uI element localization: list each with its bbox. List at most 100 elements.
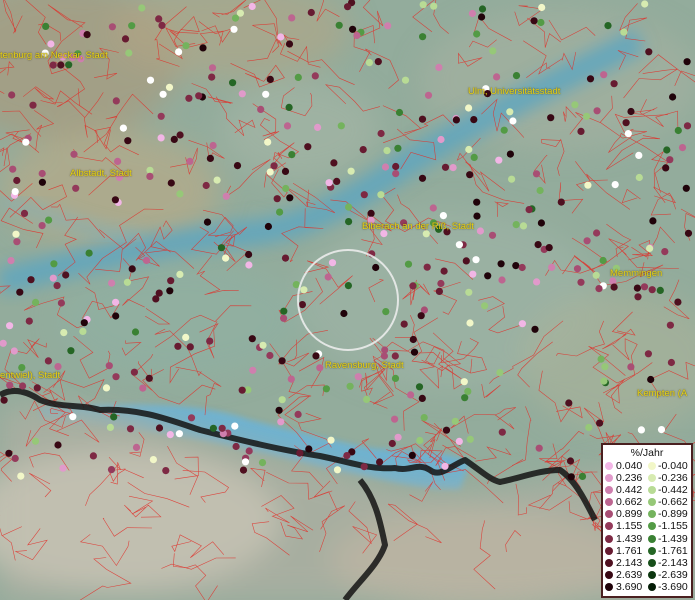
- relief-map[interactable]: [0, 0, 695, 600]
- station-marker: [374, 58, 382, 66]
- station-marker: [195, 92, 203, 100]
- station-marker: [640, 283, 649, 291]
- station-marker: [333, 177, 341, 185]
- station-marker: [377, 191, 385, 199]
- station-marker: [641, 0, 649, 8]
- station-marker: [80, 319, 88, 327]
- station-marker: [145, 374, 153, 382]
- station-marker: [281, 254, 290, 262]
- station-marker: [72, 184, 80, 192]
- station-marker: [437, 279, 445, 288]
- legend-value-positive: 0.662: [616, 496, 643, 509]
- station-marker: [202, 181, 210, 190]
- legend-value-positive: 0.236: [616, 472, 643, 485]
- station-marker: [611, 181, 619, 189]
- station-marker: [275, 406, 283, 414]
- legend-swatch-positive: [605, 570, 613, 579]
- station-marker: [586, 75, 595, 83]
- station-marker: [394, 144, 402, 152]
- legend-value-negative: -1.439: [658, 532, 688, 545]
- station-marker: [583, 112, 591, 120]
- legend-swatch-positive: [605, 462, 613, 470]
- station-marker: [536, 186, 544, 195]
- station-marker: [248, 335, 256, 343]
- station-marker: [245, 261, 253, 269]
- station-marker: [105, 362, 113, 370]
- station-marker: [461, 394, 469, 402]
- station-marker: [59, 464, 67, 472]
- station-marker: [481, 302, 489, 310]
- station-marker: [345, 218, 353, 226]
- station-marker: [395, 108, 404, 117]
- station-marker: [383, 147, 391, 155]
- station-marker: [175, 430, 183, 438]
- station-marker: [187, 414, 196, 422]
- station-marker: [683, 122, 692, 130]
- station-marker: [644, 350, 653, 358]
- station-marker: [264, 138, 272, 146]
- station-marker: [437, 135, 445, 144]
- station-marker: [54, 441, 62, 449]
- station-marker: [44, 357, 53, 365]
- station-marker: [435, 63, 443, 71]
- station-marker: [286, 194, 294, 202]
- station-marker: [440, 267, 448, 275]
- station-marker: [637, 426, 646, 434]
- city-label-memmingen: Memmingen: [610, 268, 663, 279]
- station-marker: [230, 25, 238, 33]
- station-marker: [666, 321, 675, 329]
- station-marker: [333, 466, 342, 474]
- station-marker: [669, 93, 677, 101]
- station-marker: [418, 394, 426, 402]
- station-marker: [166, 431, 174, 439]
- legend-swatch-positive: [605, 510, 613, 519]
- station-marker: [206, 337, 214, 345]
- station-marker: [376, 458, 384, 466]
- station-marker: [409, 282, 417, 290]
- station-marker: [622, 119, 630, 127]
- station-marker: [38, 169, 46, 178]
- legend-swatch-negative: [648, 534, 656, 543]
- station-marker: [208, 73, 216, 81]
- station-marker: [304, 143, 312, 151]
- station-marker: [577, 278, 585, 286]
- station-marker: [465, 288, 473, 296]
- station-marker: [185, 94, 193, 102]
- station-marker: [8, 91, 16, 99]
- station-marker: [231, 14, 240, 22]
- station-marker: [278, 357, 286, 365]
- station-marker: [146, 172, 154, 180]
- station-marker: [209, 141, 217, 150]
- station-marker: [372, 263, 380, 272]
- station-marker: [239, 466, 248, 474]
- station-marker: [119, 124, 127, 132]
- station-marker: [410, 348, 419, 356]
- station-marker: [57, 61, 65, 69]
- station-marker: [176, 190, 184, 198]
- legend-swatch-negative: [648, 558, 656, 567]
- legend-swatch-positive: [605, 498, 613, 507]
- station-marker: [307, 8, 315, 17]
- station-marker: [264, 222, 272, 231]
- station-marker: [340, 309, 348, 318]
- city-label-ulm: Ulm, Universitätsstadt: [468, 86, 561, 97]
- station-marker: [62, 271, 70, 279]
- station-marker: [401, 76, 410, 84]
- legend-value-positive: 0.442: [616, 484, 643, 497]
- station-marker: [462, 257, 470, 265]
- legend-swatch-negative: [648, 474, 656, 483]
- station-marker: [593, 107, 601, 115]
- station-marker: [635, 151, 643, 159]
- station-marker: [296, 449, 304, 457]
- station-marker: [280, 307, 288, 315]
- legend-row: 1.761 -1.761: [603, 545, 691, 557]
- station-marker: [496, 369, 504, 377]
- station-marker: [571, 101, 579, 109]
- station-marker: [167, 179, 175, 187]
- station-marker: [217, 244, 226, 252]
- station-marker: [152, 295, 160, 303]
- station-marker: [460, 378, 468, 386]
- legend-value-positive: 1.439: [616, 532, 643, 545]
- station-marker: [435, 287, 443, 295]
- station-marker: [657, 426, 666, 434]
